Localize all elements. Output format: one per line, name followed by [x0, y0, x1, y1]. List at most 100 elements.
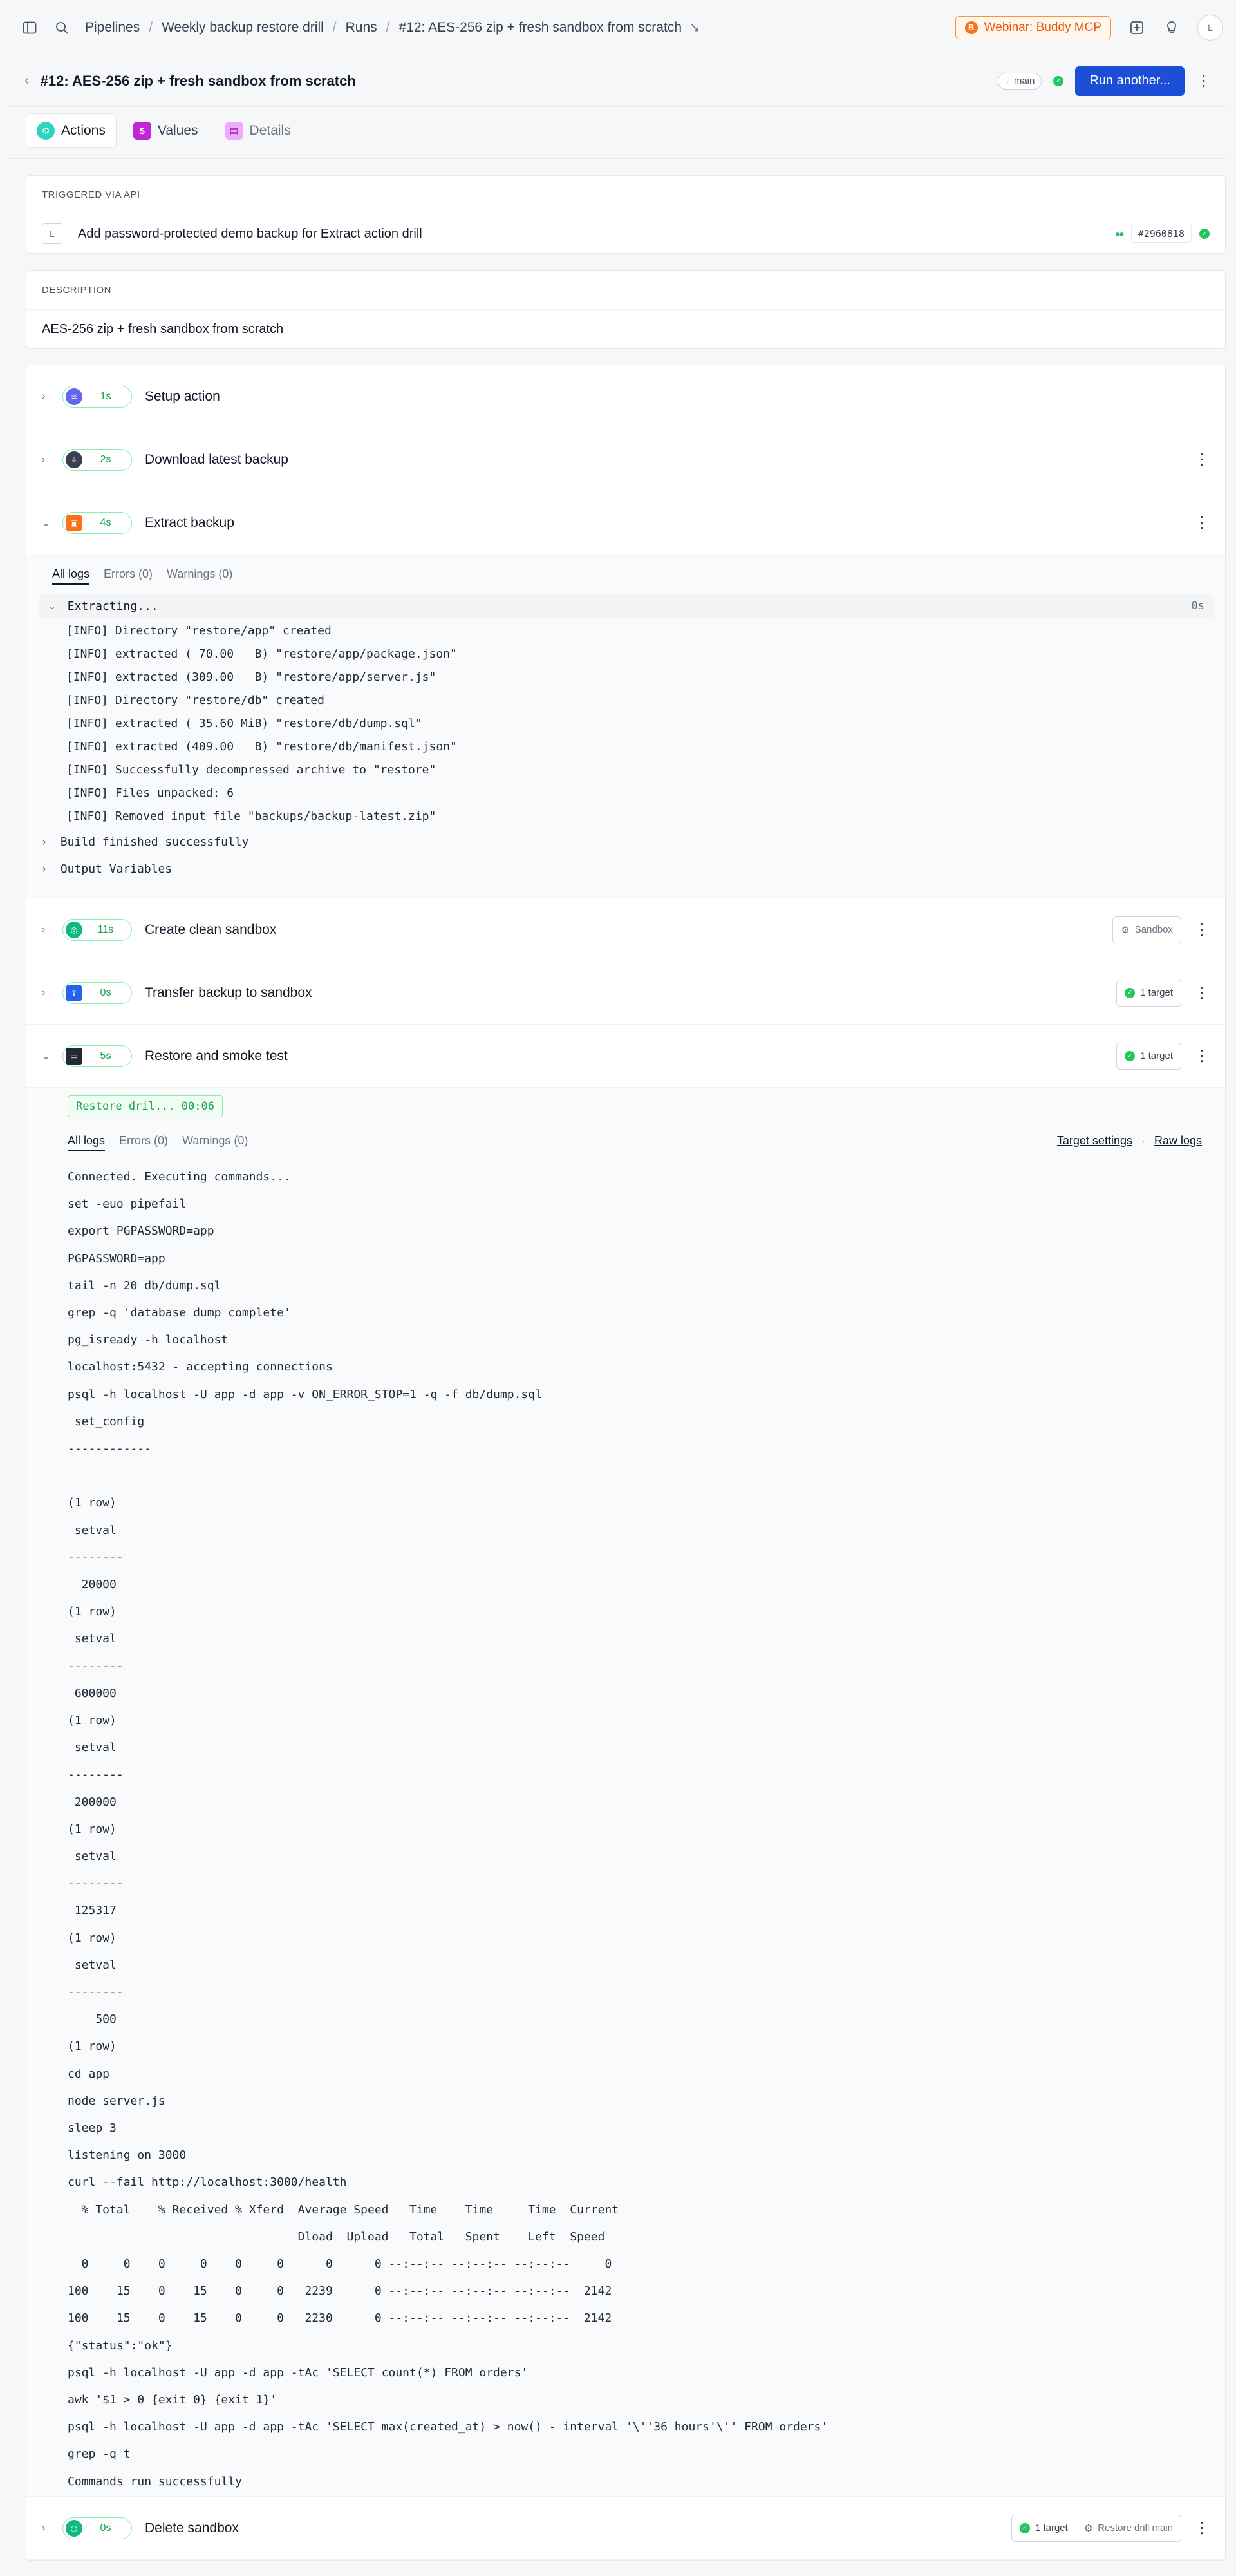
- tab-errors[interactable]: Errors (0): [104, 567, 153, 585]
- lightbulb-icon[interactable]: [1163, 19, 1181, 37]
- tab-all-logs[interactable]: All logs: [52, 567, 90, 585]
- chevron-right-icon[interactable]: ›: [41, 835, 48, 849]
- log-line: sleep 3: [68, 2121, 117, 2135]
- action-row-setup[interactable]: › ≋ 1s Setup action: [26, 365, 1225, 428]
- log-line: grep -q 'database dump complete': [68, 1306, 291, 1320]
- sandbox-tag[interactable]: ⚙ Sandbox: [1112, 916, 1181, 943]
- extract-log-panel: All logs Errors (0) Warnings (0) ⌄ Extra…: [26, 554, 1225, 898]
- log-line: [INFO] Successfully decompressed archive…: [66, 763, 436, 777]
- delete-targets-tag[interactable]: ✓ 1 target ⚙ Restore drill main: [1011, 2514, 1181, 2542]
- target-tag[interactable]: ✓ 1 target: [1116, 1042, 1181, 1070]
- log-section-collapsed[interactable]: › Output Variables: [41, 862, 172, 876]
- log-line: 125317: [68, 1904, 117, 1918]
- chevron-right-icon[interactable]: ›: [42, 987, 55, 999]
- breadcrumb-pipelines[interactable]: Pipelines: [85, 20, 140, 35]
- breadcrumb-runs[interactable]: Runs: [346, 20, 377, 35]
- trigger-heading: TRIGGERED VIA API: [26, 176, 1225, 214]
- commit-avatar: L: [42, 223, 62, 244]
- action-row-create-sandbox[interactable]: › ◎ 11s Create clean sandbox ⚙ Sandbox ⋮: [26, 898, 1225, 961]
- chevron-right-icon[interactable]: ›: [42, 454, 55, 466]
- arrow-down-right-icon[interactable]: ↘: [689, 19, 700, 35]
- breadcrumb: Pipelines / Weekly backup restore drill …: [85, 19, 700, 35]
- more-options-icon[interactable]: ⋮: [1194, 983, 1210, 1002]
- chevron-down-icon[interactable]: ⌄: [42, 1050, 55, 1063]
- commit-row[interactable]: L Add password-protected demo backup for…: [26, 214, 1225, 253]
- sandbox-icon: ⚙: [1083, 2523, 1093, 2534]
- log-line: setval: [68, 1850, 117, 1863]
- tab-all-logs[interactable]: All logs: [68, 1134, 106, 1151]
- duration: 5s: [100, 1050, 111, 1061]
- tab-errors[interactable]: Errors (0): [119, 1134, 168, 1151]
- tab-warnings[interactable]: Warnings (0): [167, 567, 232, 585]
- webinar-banner[interactable]: B Webinar: Buddy MCP: [955, 15, 1111, 39]
- action-row-restore[interactable]: ⌄ ▭ 5s Restore and smoke test ✓ 1 target …: [26, 1025, 1225, 1088]
- tag-label: 1 target: [1140, 987, 1173, 998]
- action-row-download[interactable]: › ⇩ 2s Download latest backup ⋮: [26, 428, 1225, 491]
- more-options-icon[interactable]: ⋮: [1194, 450, 1210, 469]
- add-icon[interactable]: [1128, 19, 1146, 37]
- log-line: setval: [68, 1741, 117, 1755]
- section-title: Build finished successfully: [60, 835, 249, 849]
- target-settings-link[interactable]: Target settings: [1057, 1134, 1132, 1148]
- commit-message[interactable]: Add password-protected demo backup for E…: [78, 227, 422, 242]
- log-line: psql -h localhost -U app -d app -v ON_ER…: [68, 1387, 542, 1401]
- log-line: pg_isready -h localhost: [68, 1333, 229, 1347]
- search-icon[interactable]: [53, 19, 71, 37]
- run-another-button[interactable]: Run another...: [1075, 66, 1184, 96]
- action-name: Delete sandbox: [145, 2520, 239, 2535]
- breadcrumb-run[interactable]: #12: AES-256 zip + fresh sandbox from sc…: [399, 20, 682, 35]
- log-line: setval: [68, 1958, 117, 1972]
- log-line: (1 row): [68, 2040, 117, 2054]
- action-row-transfer[interactable]: › ⇪ 0s Transfer backup to sandbox ✓ 1 tar…: [26, 961, 1225, 1025]
- log-section-collapsed[interactable]: › Build finished successfully: [41, 835, 248, 849]
- log-links: Target settings · Raw logs: [1057, 1134, 1202, 1148]
- back-chevron-icon[interactable]: ‹: [24, 73, 29, 88]
- raw-logs-link[interactable]: Raw logs: [1154, 1134, 1202, 1148]
- target-tag[interactable]: ✓ 1 target: [1012, 2515, 1076, 2541]
- tab-label: Details: [249, 123, 291, 138]
- more-options-icon[interactable]: ⋮: [1194, 920, 1210, 939]
- chevron-right-icon[interactable]: ›: [42, 924, 55, 936]
- tag-label: 1 target: [1140, 1050, 1173, 1061]
- more-options-icon[interactable]: ⋮: [1194, 513, 1210, 532]
- more-options-icon[interactable]: ⋮: [1194, 1046, 1210, 1065]
- archive-icon: ▣: [66, 514, 82, 531]
- success-check-icon: ✓: [1053, 75, 1064, 86]
- target-run-badge[interactable]: Restore dril... 00:06: [68, 1095, 223, 1117]
- tab-warnings[interactable]: Warnings (0): [182, 1134, 248, 1151]
- webinar-label: Webinar: Buddy MCP: [984, 20, 1101, 34]
- actions-list: › ≋ 1s Setup action › ⇩ 2s Download late…: [26, 365, 1226, 2561]
- tab-actions[interactable]: ⚙ Actions: [26, 113, 117, 148]
- chevron-right-icon[interactable]: ›: [41, 862, 48, 876]
- chevron-right-icon[interactable]: ›: [42, 2523, 55, 2534]
- log-line: [INFO] extracted (409.00 B) "restore/db/…: [66, 740, 457, 753]
- commit-hash[interactable]: #2960818: [1130, 225, 1192, 243]
- user-avatar[interactable]: L: [1197, 14, 1223, 41]
- log-line: Commands run successfully: [68, 2474, 242, 2488]
- log-line: 20000: [68, 1578, 117, 1591]
- log-line: (1 row): [68, 1931, 117, 1945]
- log-line: 100 15 0 15 0 0 2230 0 --:--:-- --:--:--…: [68, 2311, 612, 2325]
- chevron-down-icon[interactable]: ⌄: [42, 516, 55, 529]
- sandbox-tag[interactable]: ⚙ Restore drill main: [1076, 2523, 1181, 2534]
- action-row-extract[interactable]: ⌄ ▣ 4s Extract backup ⋮: [26, 491, 1225, 554]
- log-line: (1 row): [68, 1496, 117, 1510]
- log-line: grep -q t: [68, 2447, 131, 2461]
- log-line: setval: [68, 1632, 117, 1646]
- chevron-right-icon[interactable]: ›: [42, 391, 55, 402]
- log-line: set_config: [68, 1414, 145, 1428]
- log-section-header[interactable]: ⌄ Extracting... 0s: [39, 594, 1213, 618]
- tab-values[interactable]: $ Values: [123, 113, 209, 148]
- tab-details[interactable]: ▤ Details: [215, 113, 301, 148]
- tag-label: Restore drill main: [1098, 2523, 1173, 2533]
- breadcrumb-pipeline[interactable]: Weekly backup restore drill: [162, 20, 324, 35]
- sidebar-toggle-icon[interactable]: [21, 19, 39, 37]
- chevron-down-icon[interactable]: ⌄: [48, 601, 56, 612]
- log-line: (1 row): [68, 1822, 117, 1836]
- log-line: tail -n 20 db/dump.sql: [68, 1278, 221, 1293]
- success-check-icon: ✓: [1125, 987, 1136, 998]
- target-tag[interactable]: ✓ 1 target: [1116, 979, 1181, 1007]
- action-row-delete-sandbox[interactable]: › ◎ 0s Delete sandbox ✓ 1 target ⚙ Restore…: [26, 2497, 1225, 2560]
- more-options-icon[interactable]: ⋮: [1194, 2519, 1210, 2537]
- more-options-icon[interactable]: ⋮: [1196, 71, 1212, 90]
